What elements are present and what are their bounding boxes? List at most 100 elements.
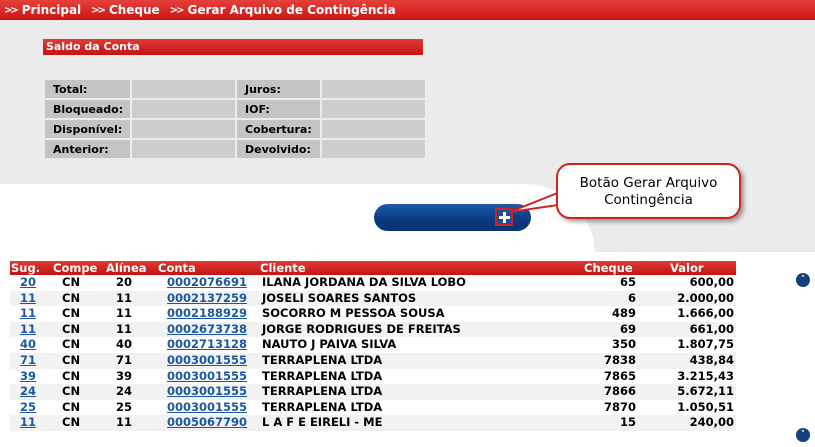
header-sug[interactable]: Sug. xyxy=(11,261,40,275)
sug-link[interactable]: 11 xyxy=(20,322,36,338)
compe-cell: CN xyxy=(62,415,81,430)
cheque-cell: 7838 xyxy=(603,352,636,367)
valor-cell: 240,00 xyxy=(689,415,734,430)
header-conta[interactable]: Conta xyxy=(158,261,196,275)
sug-link[interactable]: 71 xyxy=(20,353,36,369)
saldo-row: Total: Juros: xyxy=(43,78,427,100)
conta-link[interactable]: 0003001555 xyxy=(167,353,247,369)
saldo-value-bloqueado xyxy=(130,98,237,120)
sug-link[interactable]: 39 xyxy=(20,369,36,385)
sug-link[interactable]: 11 xyxy=(20,306,36,322)
alinea-cell: 11 xyxy=(116,321,133,336)
conta-link[interactable]: 0002188929 xyxy=(167,306,247,322)
saldo-label-total: Total: xyxy=(43,78,132,100)
saldo-value-juros xyxy=(320,78,427,100)
cheque-cell: 489 xyxy=(611,306,636,321)
compe-cell: CN xyxy=(62,290,81,305)
valor-cell: 5.672,11 xyxy=(677,384,734,399)
conta-link[interactable]: 0002076691 xyxy=(167,275,247,291)
sug-link[interactable]: 25 xyxy=(20,400,36,416)
alinea-cell: 71 xyxy=(116,352,133,367)
sug-link[interactable]: 24 xyxy=(20,384,36,400)
conta-link[interactable]: 0003001555 xyxy=(167,400,247,416)
alinea-cell: 11 xyxy=(116,290,133,305)
cheque-cell: 15 xyxy=(619,415,636,430)
breadcrumb-label: Principal xyxy=(21,3,82,17)
alinea-cell: 24 xyxy=(116,384,133,399)
saldo-row: Anterior: Devolvido: xyxy=(43,138,427,160)
sug-link[interactable]: 40 xyxy=(20,337,36,353)
table-row: 71 CN 71 0003001555 TERRAPLENA LTDA 7838 438,8… xyxy=(10,352,736,369)
double-chevron-down-icon[interactable]: ˅ xyxy=(796,428,810,442)
alinea-cell: 25 xyxy=(116,399,133,414)
saldo-value-total xyxy=(130,78,237,100)
cliente-cell: NAUTO J PAIVA SILVA xyxy=(262,337,397,352)
cliente-cell: TERRAPLENA LTDA xyxy=(262,384,383,399)
breadcrumb-item-cheque[interactable]: >> Cheque xyxy=(91,3,160,17)
header-cliente[interactable]: Cliente xyxy=(260,261,306,275)
sug-link[interactable]: 11 xyxy=(20,291,36,307)
cliente-cell: TERRAPLENA LTDA xyxy=(262,352,383,367)
cliente-cell: L A F E EIRELI - ME xyxy=(262,415,383,430)
saldo-label-bloqueado: Bloqueado: xyxy=(43,98,132,120)
saldo-label-disponivel: Disponível: xyxy=(43,118,132,140)
saldo-row: Bloqueado: IOF: xyxy=(43,98,427,120)
sug-link[interactable]: 11 xyxy=(20,415,36,431)
valor-cell: 1.666,00 xyxy=(677,306,734,321)
breadcrumb-separator: >> xyxy=(4,4,19,16)
saldo-table: Total: Juros: Bloqueado: IOF: Disponível… xyxy=(43,78,427,160)
header-alinea[interactable]: Alínea xyxy=(106,261,147,275)
double-chevron-up-icon[interactable]: ˄ xyxy=(796,273,810,287)
header-compe[interactable]: Compe xyxy=(53,261,97,275)
compe-cell: CN xyxy=(62,275,81,289)
valor-cell: 1.807,75 xyxy=(677,337,734,352)
alinea-cell: 39 xyxy=(116,368,133,383)
breadcrumb-label: Gerar Arquivo de Contingência xyxy=(187,3,396,17)
cliente-cell: TERRAPLENA LTDA xyxy=(262,399,383,414)
conta-link[interactable]: 0003001555 xyxy=(167,369,247,385)
valor-cell: 661,00 xyxy=(689,321,734,336)
cliente-cell: ILANA JORDANA DA SILVA LOBO xyxy=(262,275,466,289)
alinea-cell: 11 xyxy=(116,306,133,321)
table-row: 39 CN 39 0003001555 TERRAPLENA LTDA 7865 3.215… xyxy=(10,369,736,385)
header-cheque[interactable]: Cheque xyxy=(584,261,633,275)
table-row: 20 CN 20 0002076691 ILANA JORDANA DA SILVA L… xyxy=(10,275,736,291)
breadcrumb-item-gerar-arquivo[interactable]: >> Gerar Arquivo de Contingência xyxy=(170,3,396,17)
grid-body: 20 CN 20 0002076691 ILANA JORDANA DA SILVA L… xyxy=(10,275,736,431)
compe-cell: CN xyxy=(62,384,81,399)
conta-link[interactable]: 0005067790 xyxy=(167,415,247,431)
table-row: 40 CN 40 0002713128 NAUTO J PAIVA SILVA 350 1.… xyxy=(10,337,736,353)
breadcrumb-item-principal[interactable]: >> Principal xyxy=(4,3,81,17)
saldo-label-juros: Juros: xyxy=(235,78,322,100)
table-row: 24 CN 24 0003001555 TERRAPLENA LTDA 7866 5.672… xyxy=(10,384,736,400)
valor-cell: 2.000,00 xyxy=(677,290,734,305)
sug-link[interactable]: 20 xyxy=(20,275,36,291)
valor-cell: 1.050,51 xyxy=(677,399,734,414)
conta-link[interactable]: 0002137259 xyxy=(167,291,247,307)
gerar-arquivo-contingencia-button[interactable] xyxy=(374,204,531,231)
saldo-label-anterior: Anterior: xyxy=(43,138,132,160)
breadcrumb-label: Cheque xyxy=(108,3,160,17)
saldo-value-devolvido xyxy=(320,138,427,160)
cheque-cell: 7865 xyxy=(603,368,636,383)
header-valor[interactable]: Valor xyxy=(670,261,704,275)
saldo-label-devolvido: Devolvido: xyxy=(235,138,322,160)
compe-cell: CN xyxy=(62,368,81,383)
alinea-cell: 40 xyxy=(116,337,133,352)
alinea-cell: 11 xyxy=(116,415,133,430)
saldo-value-anterior xyxy=(130,138,237,160)
callout-line-1: Botão Gerar Arquivo xyxy=(579,175,718,191)
conta-link[interactable]: 0003001555 xyxy=(167,384,247,400)
conta-link[interactable]: 0002673738 xyxy=(167,322,247,338)
cliente-cell: JOSELI SOARES SANTOS xyxy=(262,290,417,305)
cheque-cell: 350 xyxy=(611,337,636,352)
saldo-value-cobertura xyxy=(320,118,427,140)
cheque-cell: 6 xyxy=(627,290,636,305)
cheque-cell: 65 xyxy=(619,275,636,289)
cheque-cell: 7866 xyxy=(603,384,636,399)
table-row: 11 CN 11 0002137259 JOSELI SOARES SANTOS 6 2.0… xyxy=(10,290,736,307)
saldo-row: Disponível: Cobertura: xyxy=(43,118,427,140)
table-row: 11 CN 11 0005067790 L A F E EIRELI - ME 15 240… xyxy=(10,415,736,431)
conta-link[interactable]: 0002713128 xyxy=(167,337,247,353)
breadcrumb-separator: >> xyxy=(169,4,185,16)
